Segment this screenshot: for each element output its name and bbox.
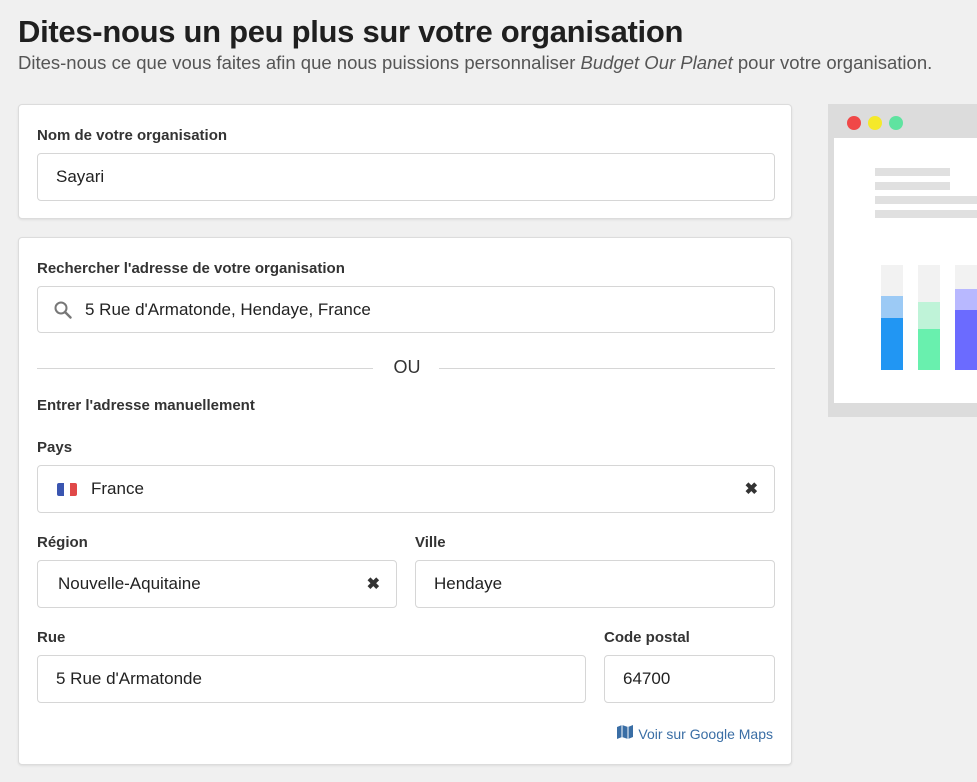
country-select[interactable]: France ✖ xyxy=(37,465,775,513)
chart-bar-purple xyxy=(955,310,977,370)
text-line-placeholder xyxy=(875,182,950,190)
address-card: Rechercher l'adresse de votre organisati… xyxy=(18,237,792,765)
subtitle-text-before: Dites-nous ce que vous faites afin que n… xyxy=(18,52,581,73)
subtitle-text-after: pour votre organisation. xyxy=(732,52,933,73)
address-search-label: Rechercher l'adresse de votre organisati… xyxy=(37,260,345,277)
page-subtitle: Dites-nous ce que vous faites afin que n… xyxy=(18,52,977,74)
clear-region-icon[interactable]: ✖ xyxy=(367,574,380,594)
country-label: Pays xyxy=(37,439,73,456)
google-maps-link[interactable]: Voir sur Google Maps xyxy=(617,725,773,742)
region-value: Nouvelle-Aquitaine xyxy=(58,574,201,593)
postal-code-value: 64700 xyxy=(623,669,671,688)
chart-bar-light-green xyxy=(918,302,940,329)
chart-bar-light-blue xyxy=(881,296,903,318)
browser-illustration xyxy=(828,104,977,417)
divider-line-left xyxy=(37,368,373,369)
address-search-value: 5 Rue d'Armatonde, Hendaye, France xyxy=(85,299,371,319)
organisation-name-value: Sayari xyxy=(56,167,105,186)
organisation-name-label: Nom de votre organisation xyxy=(37,127,228,144)
divider-line-right xyxy=(439,368,775,369)
region-label: Région xyxy=(37,534,88,551)
city-input[interactable]: Hendaye xyxy=(415,560,775,608)
or-divider: OU xyxy=(37,357,775,378)
chart-bar-green xyxy=(918,329,940,370)
search-icon xyxy=(54,301,72,324)
chart-bar-blue xyxy=(881,318,903,370)
text-line-placeholder xyxy=(875,210,977,218)
text-line-placeholder xyxy=(875,196,977,204)
clear-country-icon[interactable]: ✖ xyxy=(745,479,758,499)
organisation-name-card: Nom de votre organisation Sayari xyxy=(18,104,792,219)
text-line-placeholder xyxy=(875,168,950,176)
region-select[interactable]: Nouvelle-Aquitaine ✖ xyxy=(37,560,397,608)
page-title: Dites-nous un peu plus sur votre organis… xyxy=(18,14,684,49)
city-label: Ville xyxy=(415,534,446,551)
map-icon xyxy=(617,725,634,742)
google-maps-link-text: Voir sur Google Maps xyxy=(638,725,773,742)
window-dot-yellow xyxy=(868,116,882,130)
country-value: France xyxy=(91,479,144,498)
postal-code-input[interactable]: 64700 xyxy=(604,655,775,703)
subtitle-brand: Budget Our Planet xyxy=(580,52,733,73)
window-dot-red xyxy=(847,116,861,130)
street-value: 5 Rue d'Armatonde xyxy=(56,669,202,688)
chart-bar-light-purple xyxy=(955,289,977,310)
window-dot-green xyxy=(889,116,903,130)
or-text: OU xyxy=(385,357,429,378)
postal-code-label: Code postal xyxy=(604,629,690,646)
illustration-page xyxy=(834,138,977,403)
address-search-input[interactable]: 5 Rue d'Armatonde, Hendaye, France xyxy=(37,286,775,333)
city-value: Hendaye xyxy=(434,574,503,593)
manual-address-label: Entrer l'adresse manuellement xyxy=(37,397,255,414)
organisation-name-input[interactable]: Sayari xyxy=(37,153,775,201)
street-input[interactable]: 5 Rue d'Armatonde xyxy=(37,655,586,703)
street-label: Rue xyxy=(37,629,66,646)
france-flag-icon xyxy=(57,483,77,496)
